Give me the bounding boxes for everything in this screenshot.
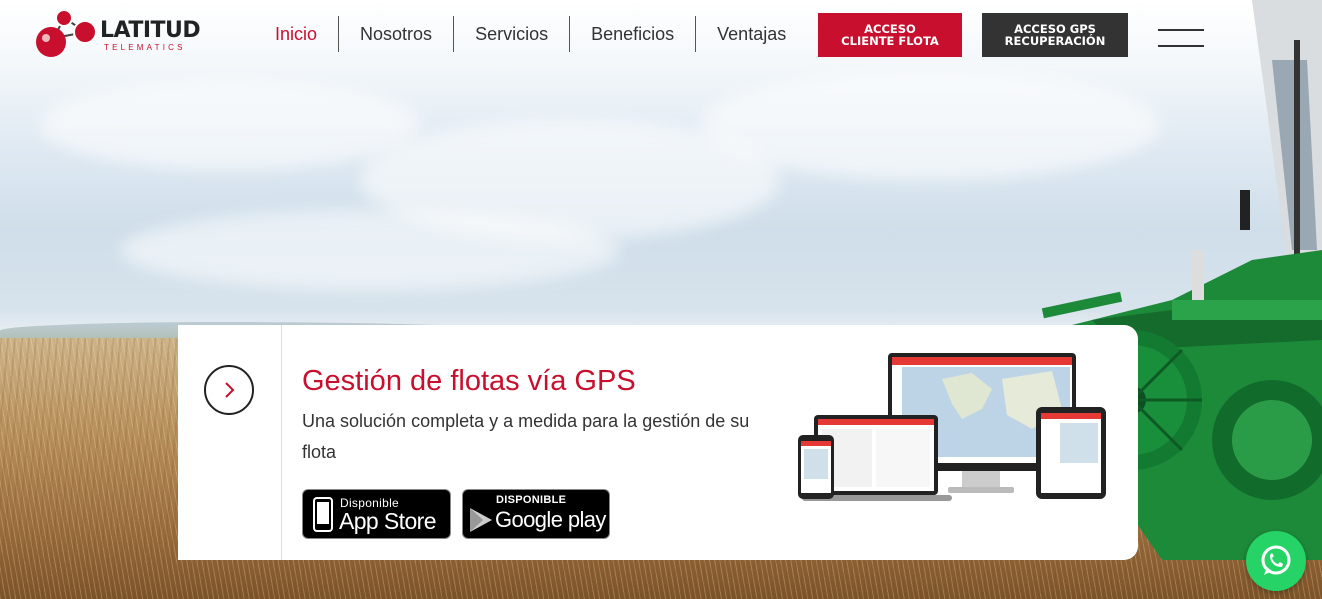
hamburger-menu-icon[interactable] bbox=[1158, 27, 1206, 51]
main-nav: Inicio Nosotros Servicios Beneficios Ven… bbox=[258, 16, 807, 52]
hero-description: Una solución completa y a medida para la… bbox=[302, 411, 750, 462]
gps-recovery-access-button[interactable]: ACCESO GPS RECUPERACIÓN bbox=[982, 13, 1128, 57]
nav-item-beneficios[interactable]: Beneficios bbox=[569, 16, 695, 52]
gps-button-line2: RECUPERACIÓN bbox=[1004, 34, 1106, 48]
fleet-client-access-button[interactable]: ACCESO CLIENTE FLOTA bbox=[818, 13, 962, 57]
hero-card: Gestión de flotas vía GPS Una solución c… bbox=[178, 325, 1138, 560]
nav-item-nosotros[interactable]: Nosotros bbox=[338, 16, 453, 52]
devices-illustration bbox=[798, 353, 1106, 501]
logo-subtitle: TELEMATICS bbox=[104, 43, 186, 52]
google-play-big-text: Google play bbox=[495, 507, 606, 532]
logo-wordmark: LATITUD bbox=[100, 18, 201, 43]
card-divider bbox=[281, 325, 282, 560]
nav-item-ventajas[interactable]: Ventajas bbox=[695, 16, 807, 52]
whatsapp-button[interactable] bbox=[1246, 531, 1306, 591]
whatsapp-icon bbox=[1261, 545, 1291, 575]
latitud-logo[interactable]: LATITUD TELEMATICS bbox=[34, 8, 204, 62]
phone-icon bbox=[313, 497, 333, 532]
app-store-big-text: App Store bbox=[339, 508, 436, 534]
google-play-icon bbox=[470, 508, 492, 532]
chevron-right-icon bbox=[225, 382, 235, 398]
app-store-badge[interactable]: Disponible App Store bbox=[302, 489, 451, 539]
nav-item-servicios[interactable]: Servicios bbox=[453, 16, 569, 52]
google-play-small-text: DISPONIBLE bbox=[496, 494, 567, 506]
logo-mark-icon bbox=[36, 9, 97, 57]
next-slide-button[interactable] bbox=[204, 365, 254, 415]
nav-item-inicio[interactable]: Inicio bbox=[258, 16, 338, 52]
fleet-button-line2: CLIENTE FLOTA bbox=[841, 34, 939, 48]
hero-title: Gestión de flotas vía GPS bbox=[302, 365, 636, 397]
google-play-badge[interactable]: DISPONIBLE Google play bbox=[462, 489, 610, 539]
